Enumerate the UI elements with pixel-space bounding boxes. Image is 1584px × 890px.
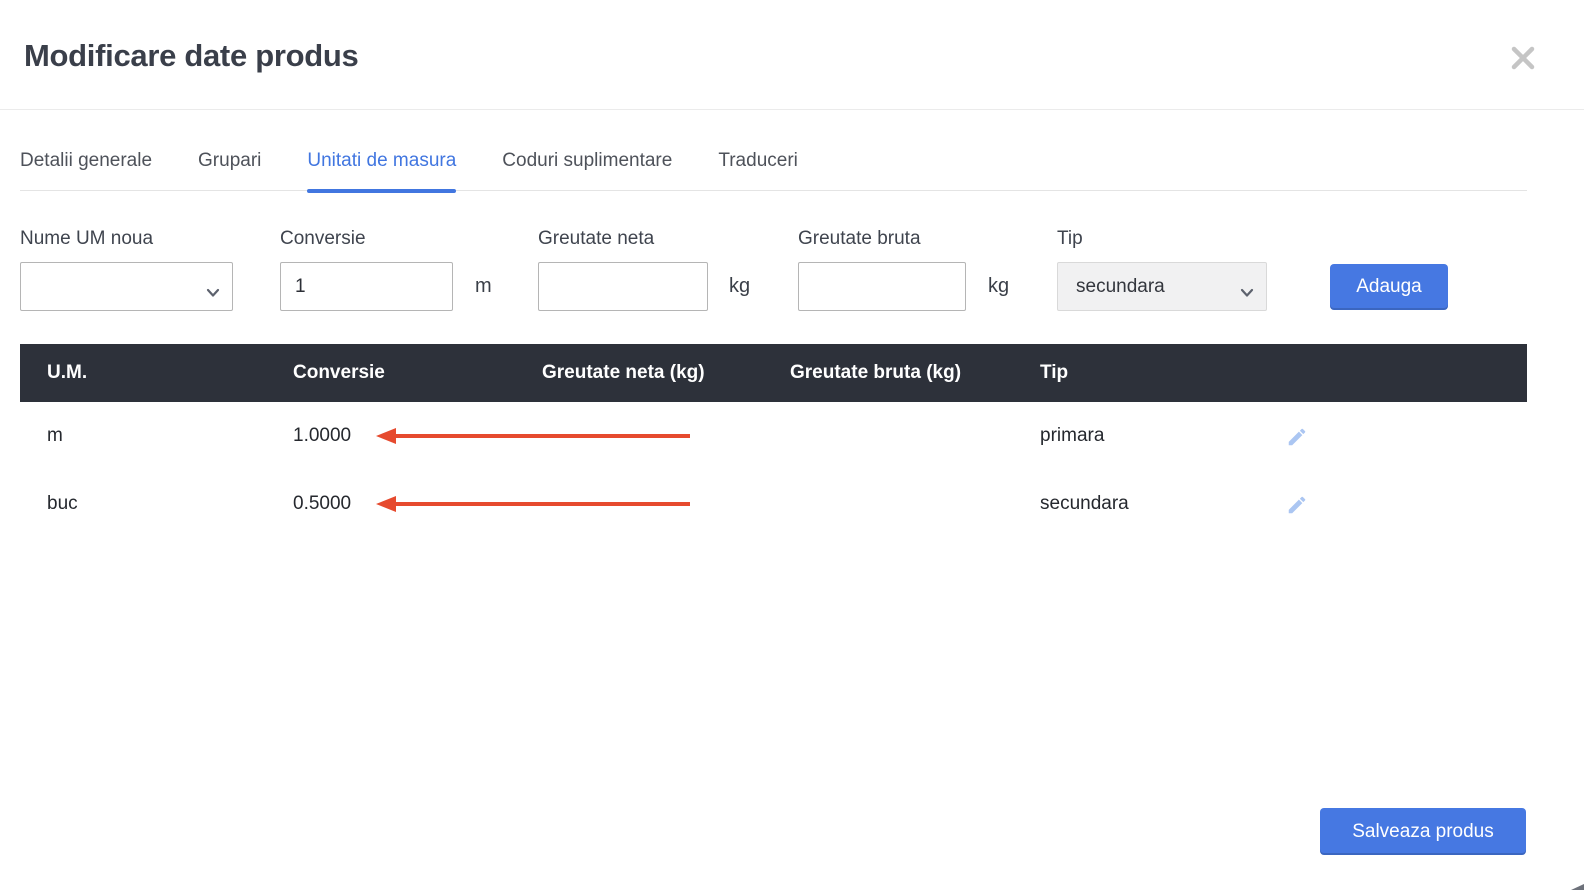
corner-artifact (1571, 884, 1584, 890)
modal-header: Modificare date produs (0, 0, 1584, 110)
table-row: m 1.0000 primara (20, 402, 1527, 470)
cell-tip: primara (1040, 402, 1104, 470)
conversie-unit-suffix: m (475, 262, 492, 311)
adauga-button[interactable]: Adauga (1330, 264, 1448, 310)
chevron-down-icon (206, 282, 220, 304)
field-conversie: Conversie (280, 226, 453, 311)
column-header-greutate-bruta: Greutate bruta (kg) (790, 344, 961, 402)
tab-detalii-generale[interactable]: Detalii generale (20, 140, 152, 191)
um-table: U.M. Conversie Greutate neta (kg) Greuta… (20, 344, 1527, 538)
cell-conversie: 0.5000 (293, 470, 351, 538)
column-header-conversie: Conversie (293, 344, 385, 402)
column-header-um: U.M. (47, 344, 87, 402)
add-um-form: Nume UM noua Conversie m Greutate neta (20, 210, 1564, 344)
greutate-neta-unit-suffix: kg (729, 262, 750, 311)
field-label: Tip (1057, 226, 1267, 252)
table-header-row: U.M. Conversie Greutate neta (kg) Greuta… (20, 344, 1527, 402)
column-header-tip: Tip (1040, 344, 1068, 402)
close-icon (1508, 61, 1538, 76)
tab-bar: Detalii generale Grupari Unitati de masu… (20, 140, 1527, 191)
nume-um-noua-select[interactable] (20, 262, 233, 311)
tab-grupari[interactable]: Grupari (198, 140, 261, 191)
field-label: Nume UM noua (20, 226, 233, 252)
salveaza-produs-button[interactable]: Salveaza produs (1320, 808, 1526, 855)
greutate-bruta-unit-suffix: kg (988, 262, 1009, 311)
selected-value: secundara (1076, 276, 1252, 298)
cell-conversie: 1.0000 (293, 402, 351, 470)
table-row: buc 0.5000 secundara (20, 470, 1527, 538)
tab-coduri-suplimentare[interactable]: Coduri suplimentare (502, 140, 672, 191)
edit-pencil-icon (1286, 436, 1308, 451)
greutate-neta-input[interactable] (538, 262, 708, 311)
annotation-arrow (376, 428, 690, 444)
edit-pencil-icon (1286, 504, 1308, 519)
field-tip: Tip secundara (1057, 226, 1267, 311)
edit-row-button[interactable] (1286, 494, 1308, 516)
close-button[interactable] (1508, 43, 1538, 73)
cell-um: buc (47, 470, 78, 538)
conversie-input[interactable] (280, 262, 453, 311)
field-greutate-bruta: Greutate bruta (798, 226, 966, 311)
field-label: Greutate bruta (798, 226, 966, 252)
cell-um: m (47, 402, 63, 470)
modal-title: Modificare date produs (24, 38, 358, 74)
tip-select[interactable]: secundara (1057, 262, 1267, 311)
tab-unitati-de-masura[interactable]: Unitati de masura (307, 140, 456, 191)
column-header-greutate-neta: Greutate neta (kg) (542, 344, 705, 402)
field-label: Conversie (280, 226, 453, 252)
modal-modificare-date-produs: Modificare date produs Detalii generale … (0, 0, 1584, 890)
field-label: Greutate neta (538, 226, 708, 252)
annotation-arrow (376, 496, 690, 512)
field-nume-um-noua: Nume UM noua (20, 226, 233, 311)
cell-tip: secundara (1040, 470, 1129, 538)
tab-traduceri[interactable]: Traduceri (718, 140, 798, 191)
field-greutate-neta: Greutate neta (538, 226, 708, 311)
edit-row-button[interactable] (1286, 426, 1308, 448)
greutate-bruta-input[interactable] (798, 262, 966, 311)
